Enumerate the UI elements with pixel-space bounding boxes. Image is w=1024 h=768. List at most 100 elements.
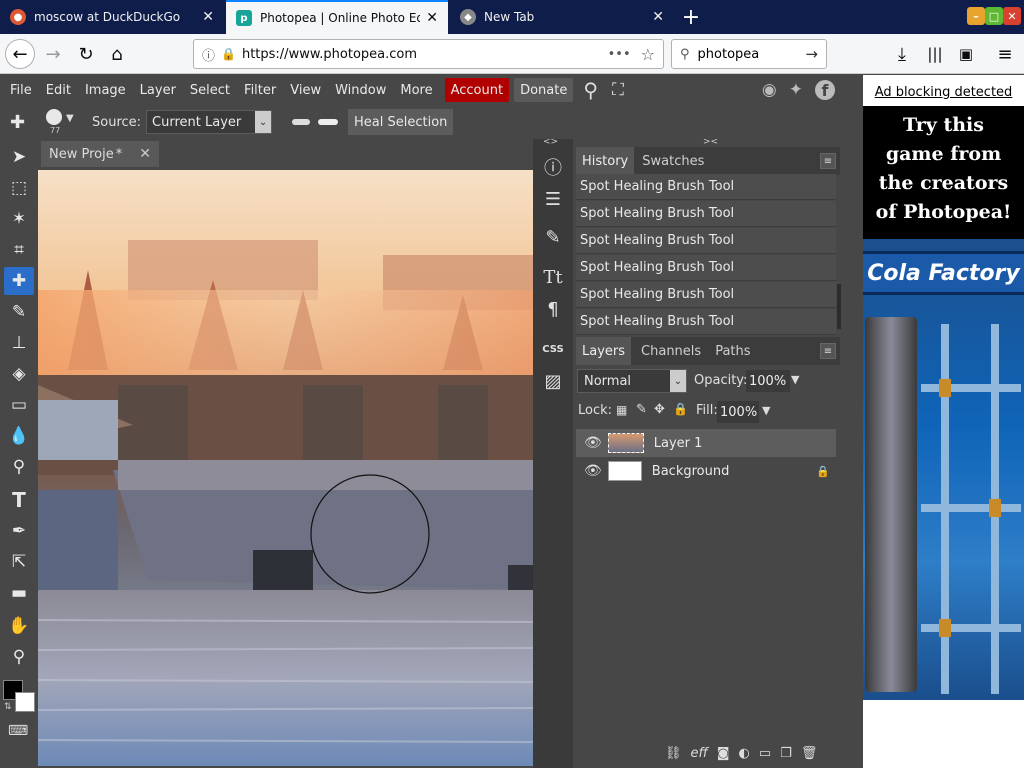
document-tab[interactable]: New Proje * ✕ xyxy=(41,141,159,167)
menu-filter[interactable]: Filter xyxy=(237,78,283,102)
fullscreen-icon[interactable]: ⛶ xyxy=(612,80,624,100)
adjustment-layer-icon[interactable]: ◐ xyxy=(739,746,750,761)
search-input[interactable]: photopea xyxy=(698,47,806,62)
history-scrollbar[interactable] xyxy=(837,284,841,329)
css-icon[interactable]: CSS xyxy=(539,335,567,363)
menu-select[interactable]: Select xyxy=(183,78,237,102)
menu-file[interactable]: File xyxy=(3,78,39,102)
opacity-input[interactable]: 100% xyxy=(746,370,790,392)
image-canvas[interactable] xyxy=(38,170,533,766)
close-tab-icon[interactable]: ✕ xyxy=(426,10,438,26)
swap-colors-icon[interactable]: ⇅ xyxy=(4,702,12,712)
hamburger-menu-icon[interactable]: ≡ xyxy=(990,39,1020,69)
menu-window[interactable]: Window xyxy=(328,78,393,102)
ad-blocking-notice[interactable]: Ad blocking detected xyxy=(863,85,1024,100)
layer-row-background[interactable]: 👁 Background 🔒 xyxy=(576,457,836,485)
ad-game-banner[interactable]: Cola Factory xyxy=(863,239,1024,700)
layer-mask-icon[interactable]: ◙ xyxy=(717,746,730,761)
history-item[interactable]: Spot Healing Brush Tool xyxy=(576,282,836,308)
tab-swatches[interactable]: Swatches xyxy=(636,147,710,175)
layer-effects-icon[interactable]: eff xyxy=(691,746,708,761)
home-button[interactable]: ⌂ xyxy=(102,39,132,69)
opacity-dropdown-icon[interactable]: ▼ xyxy=(791,373,799,386)
forward-button[interactable]: → xyxy=(38,39,68,69)
tab-channels[interactable]: Channels xyxy=(635,337,707,365)
lock-all-icon[interactable]: 🔒 xyxy=(673,402,688,416)
marquee-tool-icon[interactable]: ⬚ xyxy=(4,174,34,202)
history-item[interactable]: Spot Healing Brush Tool xyxy=(576,228,836,254)
spot-healing-tool-icon[interactable]: ✚ xyxy=(4,267,34,295)
search-go-icon[interactable]: → xyxy=(805,45,818,63)
type-tool-icon[interactable]: T xyxy=(4,486,34,514)
zoom-tool-icon[interactable]: ⚲ xyxy=(4,643,34,671)
reload-button[interactable]: ↻ xyxy=(71,39,101,69)
search-icon[interactable]: ⚲ xyxy=(583,78,598,102)
tab-layers[interactable]: Layers xyxy=(576,337,632,365)
background-color-swatch[interactable] xyxy=(15,692,35,712)
facebook-icon[interactable]: f xyxy=(815,80,835,100)
maximize-icon[interactable]: □ xyxy=(985,7,1003,25)
menu-more[interactable]: More xyxy=(393,78,439,102)
new-group-icon[interactable]: ▭ xyxy=(759,746,771,761)
twitter-icon[interactable]: ✦ xyxy=(789,80,803,100)
download-icon[interactable]: ⤓ xyxy=(887,39,917,69)
history-item[interactable]: Spot Healing Brush Tool xyxy=(576,255,836,281)
url-text[interactable]: https://www.photopea.com xyxy=(242,47,608,62)
browser-tab-newtab[interactable]: ◆ New Tab ✕ xyxy=(450,0,674,34)
history-item[interactable]: Spot Healing Brush Tool xyxy=(576,174,836,200)
fill-dropdown-icon[interactable]: ▼ xyxy=(762,404,770,417)
donate-button[interactable]: Donate xyxy=(514,78,574,102)
bookmark-star-icon[interactable]: ☆ xyxy=(641,45,655,64)
keyboard-icon[interactable]: ⌨ xyxy=(8,723,28,739)
menu-edit[interactable]: Edit xyxy=(39,78,78,102)
menu-layer[interactable]: Layer xyxy=(133,78,183,102)
hand-tool-icon[interactable]: ✋ xyxy=(4,612,34,640)
image-icon[interactable]: ▨ xyxy=(539,367,567,395)
library-icon[interactable]: ||| xyxy=(920,39,950,69)
sidebar-icon[interactable]: ▣ xyxy=(951,39,981,69)
search-bar[interactable]: ⚲ photopea → xyxy=(671,39,827,69)
info-icon[interactable]: ⓘ xyxy=(539,153,567,181)
menu-image[interactable]: Image xyxy=(78,78,133,102)
brush-size-picker[interactable]: 77 ▼ xyxy=(44,107,80,137)
adjustments-icon[interactable]: ☰ xyxy=(539,185,567,213)
page-actions-icon[interactable]: ••• xyxy=(608,47,631,62)
menu-view[interactable]: View xyxy=(283,78,328,102)
history-item[interactable]: Spot Healing Brush Tool xyxy=(576,201,836,227)
ad-headline[interactable]: Try this game from the creators of Photo… xyxy=(863,106,1024,239)
visibility-eye-icon[interactable]: 👁 xyxy=(584,435,602,451)
history-item[interactable]: Spot Healing Brush Tool xyxy=(576,309,836,335)
diffusion-icon[interactable] xyxy=(318,119,339,125)
visibility-eye-icon[interactable]: 👁 xyxy=(584,463,602,479)
back-button[interactable]: ← xyxy=(5,39,35,69)
character-icon[interactable]: Tt xyxy=(539,263,567,291)
lock-paint-icon[interactable]: ✎ xyxy=(636,402,647,417)
browser-tab-photopea[interactable]: p Photopea | Online Photo Edit ✕ xyxy=(226,0,448,34)
layer-row-layer1[interactable]: 👁 Layer 1 xyxy=(576,429,836,457)
eraser-tool-icon[interactable]: ◈ xyxy=(4,360,34,388)
brush-settings-icon[interactable]: ✎ xyxy=(539,223,567,251)
close-tab-icon[interactable]: ✕ xyxy=(202,9,214,25)
move-tool-icon[interactable]: ➤ xyxy=(4,143,34,171)
path-select-tool-icon[interactable]: ⇱ xyxy=(4,548,34,576)
lock-transparency-icon[interactable]: ▦ xyxy=(616,403,627,417)
reddit-icon[interactable]: ◉ xyxy=(762,80,777,100)
collapse-arrows-icon[interactable]: <> xyxy=(543,137,558,147)
fill-input[interactable]: 100% xyxy=(717,401,759,423)
gradient-tool-icon[interactable]: ▭ xyxy=(4,391,34,419)
blend-mode-select[interactable]: Normal ⌄ xyxy=(577,369,687,393)
account-button[interactable]: Account xyxy=(444,78,510,102)
source-select[interactable]: Current Layer ⌄ xyxy=(146,110,273,134)
url-bar[interactable]: ⓘ 🔒 https://www.photopea.com ••• ☆ xyxy=(193,39,664,69)
lock-position-icon[interactable]: ✥ xyxy=(654,402,665,417)
stamp-tool-icon[interactable]: ⊥ xyxy=(4,329,34,357)
close-window-icon[interactable]: ✕ xyxy=(1003,7,1021,25)
link-layers-icon[interactable]: ⛓ xyxy=(665,746,682,761)
info-icon[interactable]: ⓘ xyxy=(202,45,215,64)
blur-tool-icon[interactable]: 💧 xyxy=(4,422,34,450)
shape-tool-icon[interactable]: ▬ xyxy=(4,579,34,607)
dodge-tool-icon[interactable]: ⚲ xyxy=(4,453,34,481)
paragraph-icon[interactable]: ¶ xyxy=(539,295,567,323)
tab-history[interactable]: History xyxy=(576,147,635,175)
pen-tool-icon[interactable]: ✒ xyxy=(4,517,34,545)
